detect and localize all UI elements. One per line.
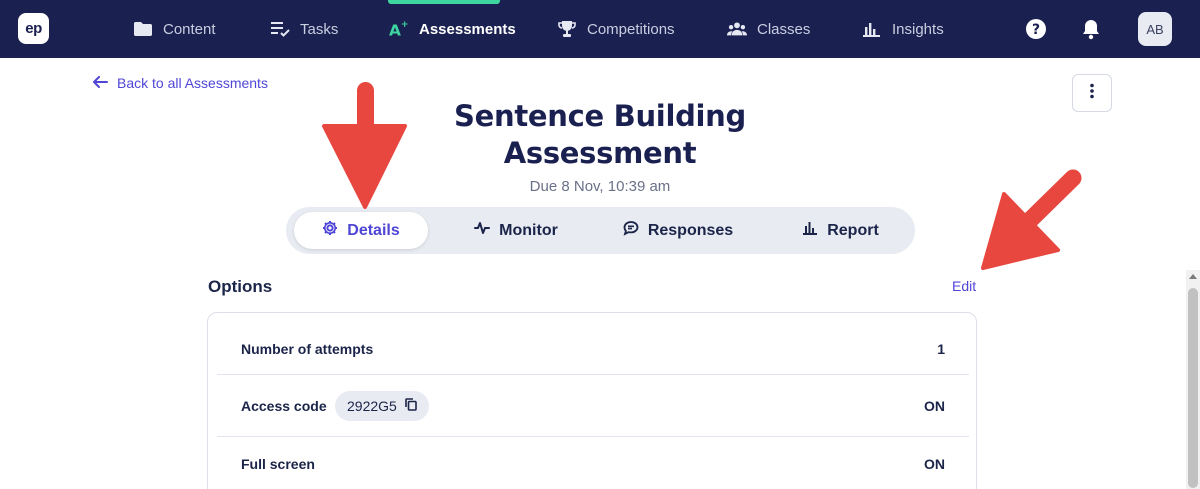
tab-report[interactable]: Report (786, 212, 896, 249)
kebab-menu-icon (1090, 83, 1094, 104)
chat-icon (623, 220, 639, 241)
option-label: Full screen (241, 456, 315, 472)
annotation-arrow-down (322, 82, 407, 209)
nav-label: Tasks (300, 20, 339, 38)
nav-item-competitions[interactable]: Competitions (557, 0, 675, 58)
due-date: Due 8 Nov, 10:39 am (529, 178, 671, 195)
nav-label: Classes (757, 20, 811, 38)
tasks-icon (270, 19, 290, 39)
scroll-thumb[interactable] (1188, 288, 1198, 488)
options-heading: Options (208, 277, 273, 296)
option-row-attempts: Number of attempts 1 (217, 331, 969, 367)
row-divider (217, 436, 969, 437)
nav-label: Assessments (419, 20, 516, 38)
nav-item-tasks[interactable]: Tasks (270, 0, 338, 58)
page-scrollbar[interactable] (1186, 270, 1200, 489)
scroll-up-arrow-icon[interactable] (1189, 274, 1197, 279)
svg-text:A: A (389, 21, 401, 39)
annotation-arrow-diagonal (981, 169, 1082, 270)
svg-text:?: ? (1032, 22, 1040, 38)
arrow-left-icon (93, 75, 108, 91)
nav-item-classes[interactable]: Classes (727, 0, 810, 58)
help-icon[interactable]: ? (1024, 0, 1048, 58)
access-code-value: 2922G5 (347, 398, 397, 414)
gear-icon (322, 220, 338, 241)
folder-icon (133, 19, 153, 39)
back-to-assessments-link[interactable]: Back to all Assessments (93, 75, 268, 91)
nav-item-insights[interactable]: Insights (862, 0, 944, 58)
tab-monitor[interactable]: Monitor (456, 212, 576, 249)
option-label: Access code (241, 398, 327, 414)
svg-text:+: + (401, 20, 409, 30)
title-line-2: Assessment (503, 136, 697, 170)
option-row-full-screen: Full screen ON (217, 446, 969, 482)
people-icon (727, 19, 747, 39)
bar-chart-icon (862, 19, 882, 39)
nav-item-assessments[interactable]: A + Assessments (389, 0, 516, 58)
tab-label: Responses (647, 221, 734, 239)
bar-chart-icon (803, 221, 818, 240)
tab-responses[interactable]: Responses (609, 212, 747, 249)
tab-details[interactable]: Details (294, 212, 428, 249)
options-card: Number of attempts 1 Access code 2922G5 … (207, 312, 977, 489)
page-title: Sentence Building Assessment (400, 98, 800, 172)
option-row-access-code: Access code 2922G5 ON (217, 388, 969, 424)
tab-label: Report (827, 221, 879, 239)
trophy-icon (557, 19, 577, 39)
title-line-1: Sentence Building (454, 99, 746, 133)
assessment-aplus-icon: A + (389, 19, 409, 39)
row-divider (217, 374, 969, 375)
more-options-button[interactable] (1072, 74, 1112, 112)
access-code-pill[interactable]: 2922G5 (335, 391, 429, 421)
pulse-icon (474, 221, 491, 240)
option-value: 1 (937, 341, 945, 357)
app-logo[interactable]: ep (18, 13, 49, 44)
option-label: Number of attempts (241, 341, 374, 357)
back-link-label: Back to all Assessments (117, 75, 268, 91)
avatar[interactable]: AB (1138, 12, 1172, 46)
assessment-tabs: Details Monitor Responses Report (286, 207, 915, 254)
tab-label: Details (347, 221, 400, 239)
nav-label: Insights (892, 20, 944, 38)
nav-label: Content (163, 20, 216, 38)
nav-item-content[interactable]: Content (133, 0, 216, 58)
tab-label: Monitor (499, 221, 558, 239)
top-nav: ep Content Tasks A + Assessments Competit… (0, 0, 1200, 58)
copy-icon[interactable] (405, 398, 417, 414)
option-value: ON (924, 456, 945, 472)
option-value: ON (924, 398, 945, 414)
nav-label: Competitions (587, 20, 675, 38)
bell-icon[interactable] (1079, 0, 1103, 58)
edit-options-link[interactable]: Edit (952, 278, 976, 294)
